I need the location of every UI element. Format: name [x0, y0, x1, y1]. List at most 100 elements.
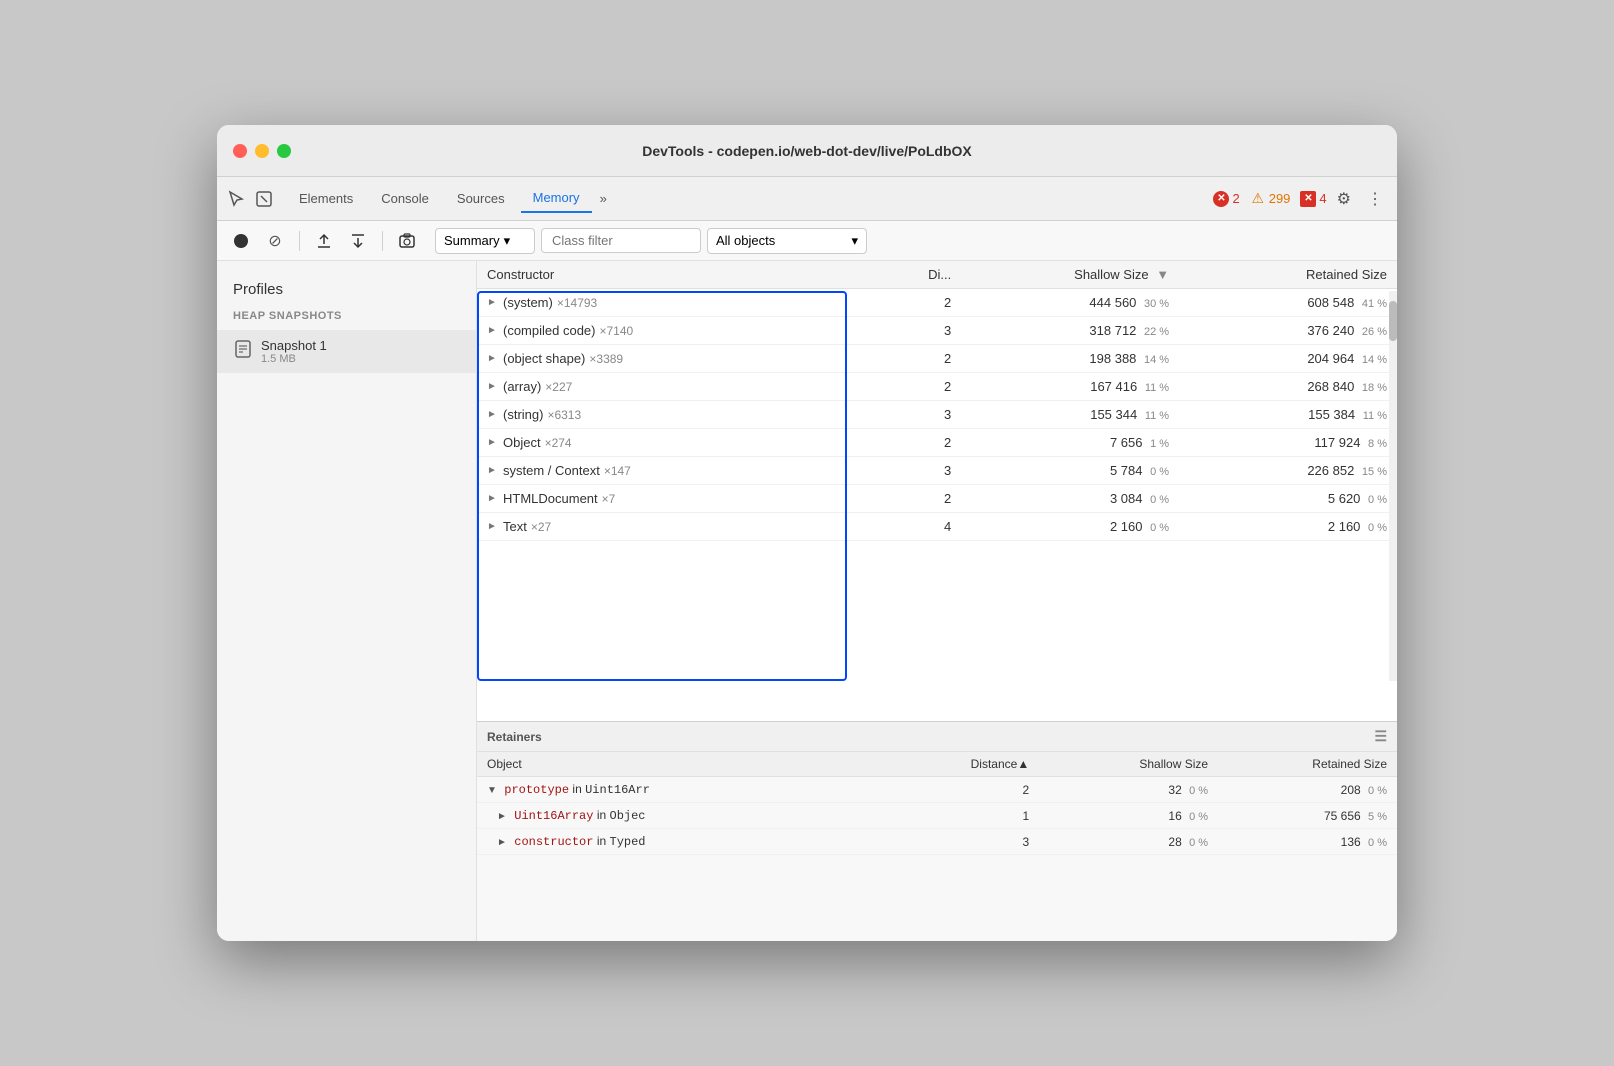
summary-dropdown[interactable]: Summary ▾	[435, 228, 535, 254]
ret-row-arrow[interactable]: ▼	[487, 785, 497, 796]
ret-retained-cell: 208 0 %	[1218, 777, 1397, 803]
constructor-cell: ► Object ×274	[477, 429, 889, 457]
retained-cell: 2 160 0 %	[1179, 513, 1397, 541]
warning-icon: ⚠	[1250, 191, 1266, 207]
snapshot-icon	[233, 339, 253, 364]
ret-col-retained[interactable]: Retained Size	[1218, 752, 1397, 777]
titlebar: DevTools - codepen.io/web-dot-dev/live/P…	[217, 125, 1397, 177]
shallow-cell: 3 084 0 %	[961, 485, 1179, 513]
clear-button[interactable]: ⊘	[261, 227, 289, 255]
nav-bar: Elements Console Sources Memory » ✕ 2 ⚠ …	[217, 177, 1397, 221]
tab-memory[interactable]: Memory	[521, 184, 592, 213]
more-options-icon[interactable]: ⋮	[1361, 185, 1389, 213]
retained-cell: 268 840 18 %	[1179, 373, 1397, 401]
constructor-count: ×6313	[547, 408, 581, 422]
ret-col-distance[interactable]: Distance▲	[911, 752, 1039, 777]
constructor-name: (string)	[503, 407, 543, 422]
more-tabs-button[interactable]: »	[596, 187, 611, 210]
retainers-section: Retainers ☰ Object Distance▲	[477, 721, 1397, 941]
tab-sources[interactable]: Sources	[445, 185, 517, 212]
ret-col-shallow[interactable]: Shallow Size	[1039, 752, 1218, 777]
col-constructor[interactable]: Constructor	[477, 261, 889, 289]
row-expand-arrow[interactable]: ►	[487, 465, 499, 476]
ret-obj-class: Typed	[610, 835, 646, 849]
table-row: ► HTMLDocument ×7 2 3 084 0 % 5 620 0 %	[477, 485, 1397, 513]
constructor-cell: ► (compiled code) ×7140	[477, 317, 889, 345]
retained-cell: 376 240 26 %	[1179, 317, 1397, 345]
retained-pct: 0 %	[1368, 494, 1387, 506]
constructor-cell: ► (system) ×14793	[477, 289, 889, 317]
table-row: ► (system) ×14793 2 444 560 30 % 608 548…	[477, 289, 1397, 317]
ret-obj-class: Objec	[610, 809, 646, 823]
sidebar: Profiles HEAP SNAPSHOTS Snapshot 1 1.5 M…	[217, 261, 477, 941]
row-expand-arrow[interactable]: ►	[487, 381, 499, 392]
snapshot-size: 1.5 MB	[261, 353, 327, 365]
distance-cell: 3	[889, 457, 962, 485]
table-row: ► Text ×27 4 2 160 0 % 2 160 0 %	[477, 513, 1397, 541]
screenshot-icon	[398, 232, 416, 250]
tab-elements[interactable]: Elements	[287, 185, 365, 212]
inspect-icon[interactable]	[253, 188, 275, 210]
upload-button[interactable]	[310, 227, 338, 255]
constructor-cell: ► system / Context ×147	[477, 457, 889, 485]
ret-col-object[interactable]: Object	[477, 752, 911, 777]
ret-obj-prefix: constructor	[514, 835, 593, 849]
settings-icon[interactable]: ⚙	[1331, 185, 1357, 213]
scrollbar-thumb[interactable]	[1389, 301, 1397, 341]
shallow-cell: 444 560 30 %	[961, 289, 1179, 317]
row-expand-arrow[interactable]: ►	[487, 353, 499, 364]
record-button[interactable]	[227, 227, 255, 255]
maximize-button[interactable]	[277, 144, 291, 158]
warning-count[interactable]: ⚠ 299	[1250, 191, 1291, 207]
shallow-pct: 0 %	[1150, 494, 1169, 506]
col-distance[interactable]: Di...	[889, 261, 962, 289]
row-expand-arrow[interactable]: ►	[487, 409, 499, 420]
window-title: DevTools - codepen.io/web-dot-dev/live/P…	[642, 143, 972, 159]
snapshot-item[interactable]: Snapshot 1 1.5 MB	[217, 330, 476, 373]
scrollbar-track[interactable]	[1389, 291, 1397, 681]
row-expand-arrow[interactable]: ►	[487, 437, 499, 448]
constructor-cell: ► (array) ×227	[477, 373, 889, 401]
ret-retained-cell: 136 0 %	[1218, 829, 1397, 855]
retained-pct: 0 %	[1368, 522, 1387, 534]
ret-object-cell: ► Uint16Array in Objec	[477, 803, 911, 829]
row-expand-arrow[interactable]: ►	[487, 521, 499, 532]
ret-row-arrow[interactable]: ►	[497, 811, 507, 822]
distance-cell: 2	[889, 485, 962, 513]
constructor-name: Text	[503, 519, 527, 534]
window-controls	[233, 144, 291, 158]
close-button[interactable]	[233, 144, 247, 158]
download-icon	[349, 232, 367, 250]
ret-row-arrow[interactable]: ►	[497, 837, 507, 848]
constructor-count: ×274	[545, 436, 572, 450]
cursor-icon[interactable]	[225, 188, 247, 210]
ret-obj-class: Uint16Arr	[585, 783, 650, 797]
retained-cell: 226 852 15 %	[1179, 457, 1397, 485]
distance-cell: 2	[889, 429, 962, 457]
constructor-count: ×3389	[589, 352, 623, 366]
status-bar: ✕ 2 ⚠ 299 ✕ 4	[1213, 191, 1326, 207]
col-retained[interactable]: Retained Size	[1179, 261, 1397, 289]
info-count[interactable]: ✕ 4	[1300, 191, 1326, 207]
distance-cell: 2	[889, 345, 962, 373]
tab-console[interactable]: Console	[369, 185, 441, 212]
distance-cell: 4	[889, 513, 962, 541]
shallow-pct: 1 %	[1150, 438, 1169, 450]
constructor-name: (system)	[503, 295, 553, 310]
download-button[interactable]	[344, 227, 372, 255]
shallow-pct: 0 %	[1150, 522, 1169, 534]
retained-pct: 8 %	[1368, 438, 1387, 450]
class-filter-input[interactable]	[541, 228, 701, 253]
col-shallow[interactable]: Shallow Size ▼	[961, 261, 1179, 289]
row-expand-arrow[interactable]: ►	[487, 325, 499, 336]
shallow-pct: 22 %	[1144, 326, 1169, 338]
shallow-pct: 11 %	[1145, 410, 1169, 422]
constructor-count: ×7	[602, 492, 616, 506]
row-expand-arrow[interactable]: ►	[487, 297, 499, 308]
error-count[interactable]: ✕ 2	[1213, 191, 1239, 207]
row-expand-arrow[interactable]: ►	[487, 493, 499, 504]
retained-pct: 11 %	[1363, 410, 1387, 422]
minimize-button[interactable]	[255, 144, 269, 158]
screenshot-button[interactable]	[393, 227, 421, 255]
all-objects-dropdown[interactable]: All objects ▾	[707, 228, 867, 254]
